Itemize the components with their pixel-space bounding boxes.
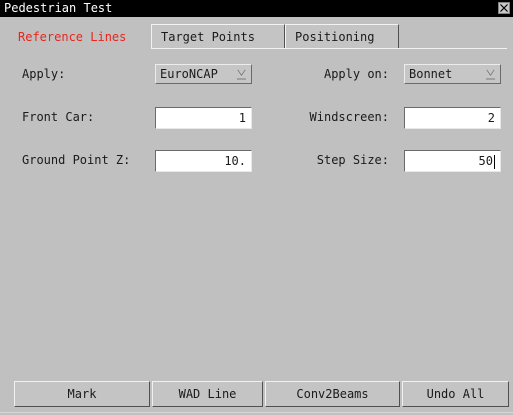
step-size-value: 50 bbox=[478, 154, 493, 168]
apply-dropdown[interactable]: EuroNCAP bbox=[155, 64, 252, 84]
undo-all-button[interactable]: Undo All bbox=[402, 381, 509, 407]
apply-on-label: Apply on: bbox=[323, 67, 389, 81]
mark-button[interactable]: Mark bbox=[14, 381, 150, 407]
apply-on-dropdown[interactable]: Bonnet bbox=[404, 64, 501, 84]
tab-reference-lines[interactable]: Reference Lines bbox=[8, 24, 151, 50]
ground-point-z-input[interactable]: 10. bbox=[155, 150, 252, 172]
ground-point-z-label: Ground Point Z: bbox=[22, 153, 131, 167]
wad-line-button[interactable]: WAD Line bbox=[152, 381, 263, 407]
chevron-down-icon bbox=[485, 68, 496, 80]
title-bar: Pedestrian Test bbox=[0, 0, 513, 17]
front-car-label: Front Car: bbox=[22, 110, 95, 124]
tab-target-points[interactable]: Target Points bbox=[151, 24, 285, 49]
windscreen-input[interactable]: 2 bbox=[404, 107, 501, 129]
chevron-down-icon bbox=[236, 68, 247, 80]
tab-positioning[interactable]: Positioning bbox=[285, 24, 399, 49]
step-size-input[interactable]: 50 bbox=[404, 150, 501, 172]
apply-on-dropdown-value: Bonnet bbox=[409, 67, 453, 81]
apply-label: Apply: bbox=[22, 67, 66, 81]
window-title: Pedestrian Test bbox=[4, 1, 113, 15]
apply-dropdown-value: EuroNCAP bbox=[160, 67, 218, 81]
step-size-label: Step Size: bbox=[316, 153, 389, 167]
conv2beams-button[interactable]: Conv2Beams bbox=[265, 381, 400, 407]
windscreen-label: Windscreen: bbox=[309, 110, 389, 124]
front-car-input[interactable]: 1 bbox=[155, 107, 252, 129]
pedestrian-test-window: Pedestrian Test Reference Lines Target P… bbox=[0, 0, 513, 415]
text-caret bbox=[494, 154, 495, 169]
close-icon bbox=[500, 4, 508, 12]
tab-divider bbox=[151, 48, 507, 49]
close-button[interactable] bbox=[498, 2, 510, 14]
